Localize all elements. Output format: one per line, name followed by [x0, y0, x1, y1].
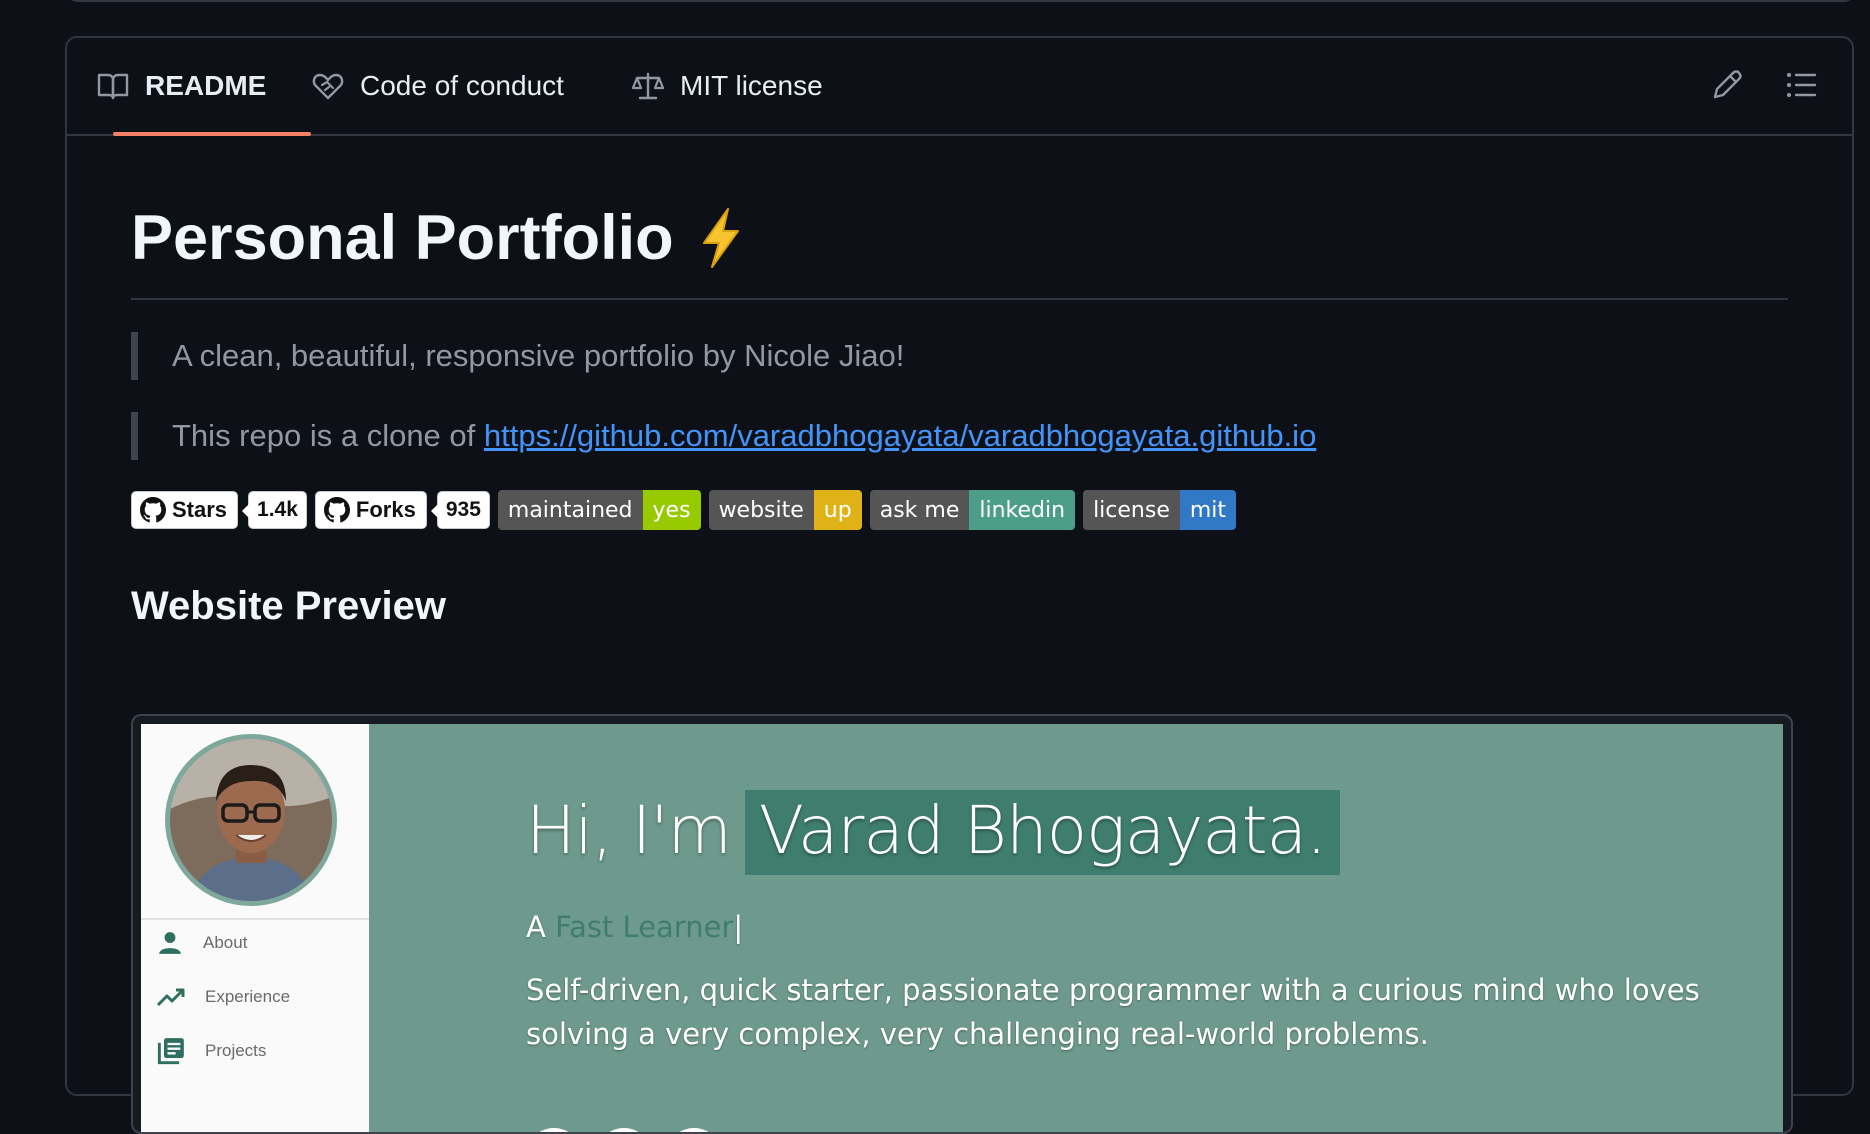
github-mark-icon [140, 497, 166, 523]
list-icon[interactable] [1784, 68, 1818, 102]
nav-label: About [203, 933, 248, 952]
book-icon [97, 73, 129, 100]
hero-title: Hi, I'm Varad Bhogayata. [526, 790, 1341, 875]
forks-label: Forks [355, 497, 416, 522]
social-icon [526, 1128, 582, 1132]
scale-icon [632, 72, 664, 100]
heart-handshake-icon [312, 73, 344, 100]
stars-count[interactable]: 1.4k [242, 491, 307, 529]
badge-value: linkedin [969, 490, 1076, 530]
page-title: Personal Portfolio [131, 200, 1788, 300]
forks-count[interactable]: 935 [430, 491, 490, 529]
section-heading: Website Preview [131, 584, 446, 628]
linkedin-badge[interactable]: ask me linkedin [869, 490, 1076, 530]
readme-content: Personal Portfolio A clean, beautiful, r… [131, 134, 1793, 1134]
quote-text: A clean, beautiful, responsive portfolio… [172, 338, 905, 373]
tab-code-of-conduct[interactable]: Code of conduct [312, 38, 564, 134]
website-preview-image: About Experience Projects Hi, I'm Varad B… [131, 714, 1793, 1134]
pencil-icon[interactable] [1710, 68, 1744, 102]
social-icon [666, 1128, 722, 1132]
badge-label: website [708, 490, 814, 530]
person-icon [159, 932, 181, 954]
badge-label: license [1083, 490, 1180, 530]
subtitle-prefix: A [526, 910, 556, 944]
blockquote-clone: This repo is a clone of https://github.c… [131, 412, 1788, 460]
tab-license-label: MIT license [680, 70, 823, 101]
badge-label: maintained [497, 490, 643, 530]
badge-row: Stars 1.4k Forks 935 maintained yes webs… [131, 490, 1788, 530]
tab-license[interactable]: MIT license [632, 38, 823, 134]
avatar-photo [170, 739, 332, 901]
tab-readme[interactable]: README [97, 38, 311, 136]
hero-name: Varad Bhogayata. [744, 790, 1341, 875]
tab-readme-label: README [145, 70, 267, 101]
blockquote-description: A clean, beautiful, responsive portfolio… [131, 332, 1788, 380]
preview-sidebar: About Experience Projects [141, 724, 369, 1132]
trending-up-icon [157, 988, 185, 1007]
badge-value: yes [642, 490, 701, 530]
avatar [165, 734, 337, 906]
readme-tabbar: README Code of conduct MIT license [67, 38, 1852, 136]
hero-greeting: Hi, I'm [526, 792, 732, 869]
forks-badge[interactable]: Forks [314, 491, 427, 529]
website-badge[interactable]: website up [708, 490, 862, 530]
badge-value: mit [1179, 490, 1237, 530]
social-icon [596, 1128, 652, 1132]
hero-subtitle: A Fast Learner| [526, 910, 743, 944]
lightning-icon [702, 208, 739, 268]
stars-label: Stars [172, 497, 228, 522]
readme-panel: README Code of conduct MIT license Perso… [65, 36, 1854, 1134]
quote-prefix: This repo is a clone of [172, 418, 484, 453]
badge-label: ask me [869, 490, 970, 530]
preview-nav-experience: Experience [157, 984, 290, 1010]
preview-nav-projects: Projects [157, 1037, 266, 1065]
typing-caret: | [733, 910, 744, 944]
preview-screenshot: About Experience Projects Hi, I'm Varad B… [141, 724, 1783, 1132]
github-mark-icon [323, 497, 350, 523]
source-repo-link[interactable]: https://github.com/varadbhogayata/varadb… [484, 418, 1316, 453]
subtitle-role: Fast Learner [555, 910, 734, 944]
hero-description: Self-driven, quick starter, passionate p… [526, 973, 1700, 1051]
page-title-text: Personal Portfolio [131, 203, 674, 273]
license-badge[interactable]: license mit [1083, 490, 1237, 530]
badge-value: up [813, 490, 862, 530]
nav-label: Projects [205, 1041, 267, 1060]
nav-label: Experience [205, 987, 291, 1006]
tab-code-of-conduct-label: Code of conduct [360, 70, 564, 101]
maintained-badge[interactable]: maintained yes [497, 490, 701, 530]
projects-icon [157, 1038, 184, 1065]
sidebar-divider [141, 918, 369, 920]
stars-badge[interactable]: Stars [131, 491, 239, 529]
previous-box-edge [66, 0, 1856, 2]
preview-nav-about: About [157, 930, 247, 956]
